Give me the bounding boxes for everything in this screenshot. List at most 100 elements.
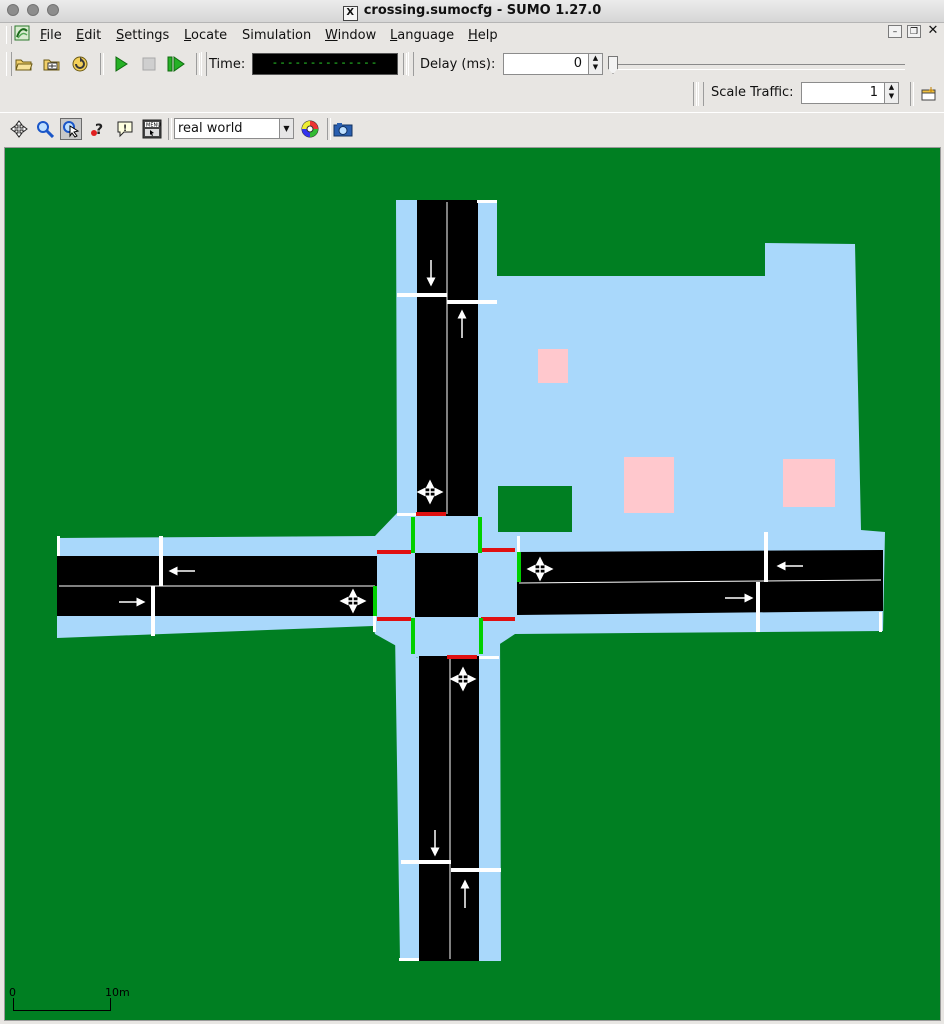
inspect-button[interactable]: ? xyxy=(87,118,109,140)
delay-slider[interactable] xyxy=(613,64,905,70)
network-view[interactable] xyxy=(5,148,941,1021)
stop-line xyxy=(451,868,501,872)
window-titlebar: Xcrossing.sumocfg - SUMO 1.27.0 xyxy=(0,0,944,23)
toolbar-separator xyxy=(403,53,407,75)
signal-red xyxy=(447,655,477,659)
view-toolbar: ? ! MENU xyxy=(0,112,944,146)
window-options-icon xyxy=(921,87,936,101)
crossing-marker xyxy=(879,612,882,632)
scale-traffic-spinner[interactable]: 1 ▲ ▼ xyxy=(801,82,899,104)
run-button[interactable] xyxy=(110,53,132,75)
zoom-button[interactable] xyxy=(34,118,56,140)
delay-label: Delay (ms): xyxy=(420,57,496,72)
signal-green xyxy=(478,517,482,553)
delay-toolbar-grip[interactable] xyxy=(408,52,414,76)
open-network-button[interactable] xyxy=(41,53,63,75)
time-display: -------------- xyxy=(252,53,398,75)
inspect-icon: ? xyxy=(91,122,103,138)
building xyxy=(538,349,568,383)
menubar-grip[interactable] xyxy=(6,26,12,44)
delay-spinner[interactable]: 0 ▲ ▼ xyxy=(503,53,603,75)
window-title-text: crossing.sumocfg - SUMO 1.27.0 xyxy=(363,3,602,18)
signal-red xyxy=(377,617,411,621)
menu-simulation[interactable]: Simulation xyxy=(242,28,311,43)
menubar: File Edit Settings Locate Simulation Win… xyxy=(0,23,944,47)
menu-settings[interactable]: Settings xyxy=(116,28,169,43)
menu-file[interactable]: File xyxy=(40,28,62,43)
stop-line xyxy=(764,532,768,582)
toolbar-options-button[interactable] xyxy=(918,83,940,105)
menu-help[interactable]: Help xyxy=(468,28,498,43)
signal-red xyxy=(377,550,411,554)
scale-bar-start: 0 xyxy=(9,986,16,999)
stop-line xyxy=(447,300,497,304)
mdi-restore-icon[interactable]: ❐ xyxy=(907,25,921,38)
step-button[interactable] xyxy=(165,53,187,75)
crossing-marker xyxy=(399,958,419,961)
signal-green xyxy=(411,517,415,553)
menu-icon: MENU xyxy=(142,119,162,139)
toolbar-separator xyxy=(693,82,697,106)
stop-line xyxy=(151,586,155,636)
stop-icon xyxy=(142,57,156,71)
color-scheme-value: real world xyxy=(178,121,243,136)
stop-line xyxy=(756,582,760,632)
signal-red xyxy=(481,548,515,552)
toolbar-grip[interactable] xyxy=(6,52,12,76)
toolbar-separator xyxy=(100,53,104,75)
signal-red xyxy=(416,512,446,516)
menu-locate[interactable]: Locate xyxy=(184,28,227,43)
map-canvas[interactable]: 0 10m xyxy=(4,147,941,1021)
signal-green xyxy=(373,586,377,616)
color-scheme-select[interactable]: real world ▼ xyxy=(174,118,294,139)
signal-green xyxy=(411,618,415,654)
stop-line xyxy=(397,293,447,297)
color-wheel-icon xyxy=(301,120,319,138)
select-mode-button[interactable] xyxy=(60,118,82,140)
toolbar-separator xyxy=(910,82,914,106)
sumo-app-icon xyxy=(14,25,30,41)
scale-bar xyxy=(13,998,111,1011)
menu-edit[interactable]: Edit xyxy=(76,28,101,43)
reload-icon xyxy=(72,56,88,72)
tooltip-button[interactable]: ! xyxy=(114,118,136,140)
open-simulation-button[interactable] xyxy=(13,53,35,75)
mdi-close-icon[interactable]: ✕ xyxy=(926,24,940,38)
menu-language[interactable]: Language xyxy=(390,28,454,43)
spinner-arrows-icon[interactable]: ▲ ▼ xyxy=(884,83,898,103)
svg-text:MENU: MENU xyxy=(146,123,161,129)
recenter-view-button[interactable] xyxy=(8,118,30,140)
crossing-marker xyxy=(397,513,417,516)
mdi-minimize-icon[interactable]: – xyxy=(888,25,902,38)
x11-icon: X xyxy=(342,6,358,21)
toolbar-separator xyxy=(327,118,331,140)
crossing-marker xyxy=(373,616,376,632)
junction xyxy=(415,553,478,617)
reload-button[interactable] xyxy=(69,53,91,75)
crossing-marker xyxy=(57,536,60,556)
edit-coloring-button[interactable] xyxy=(299,118,321,140)
dropdown-arrow-icon[interactable]: ▼ xyxy=(279,119,293,138)
crossing-marker xyxy=(477,200,497,203)
tooltip-icon: ! xyxy=(117,121,133,138)
menu-window[interactable]: Window xyxy=(325,28,376,43)
zoom-icon xyxy=(37,121,54,138)
screenshot-button[interactable] xyxy=(332,118,354,140)
delay-value: 0 xyxy=(573,56,582,71)
signal-green xyxy=(479,618,483,654)
open-folder-icon xyxy=(15,59,33,71)
scale-toolbar-grip[interactable] xyxy=(698,82,704,106)
camera-icon xyxy=(333,123,353,137)
window-title: Xcrossing.sumocfg - SUMO 1.27.0 xyxy=(0,3,944,21)
scale-bar-end: 10m xyxy=(105,986,130,999)
open-network-icon xyxy=(43,59,60,71)
svg-text:!: ! xyxy=(123,124,127,134)
spinner-arrows-icon[interactable]: ▲ ▼ xyxy=(588,54,602,74)
recenter-icon xyxy=(10,120,28,138)
grass-patch xyxy=(498,486,572,532)
stop-button[interactable] xyxy=(138,53,160,75)
time-label: Time: xyxy=(209,57,246,72)
time-toolbar-grip[interactable] xyxy=(201,52,207,76)
signal-green xyxy=(517,552,521,582)
menu-button[interactable]: MENU xyxy=(141,118,163,140)
